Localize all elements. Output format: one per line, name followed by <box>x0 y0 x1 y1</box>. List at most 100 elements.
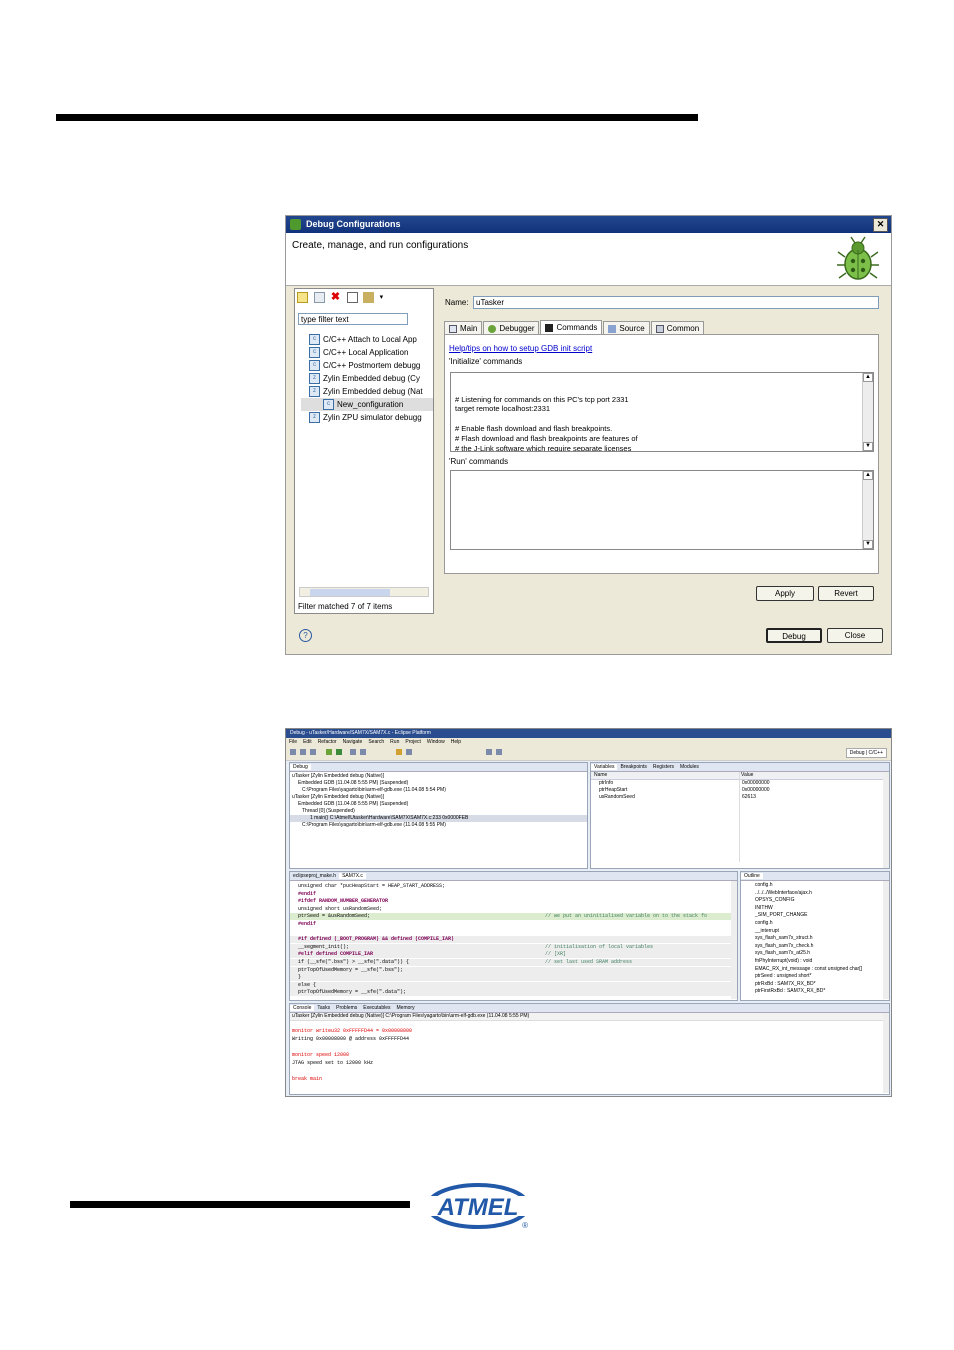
debug-tree-item[interactable]: Embedded GDB (11.04.08 5:55 PM) (Suspend… <box>290 801 587 808</box>
outline-item[interactable]: sys_flash_sam7x_at25.h <box>741 950 889 957</box>
variable-row[interactable]: ptrHeapStart 0x00000000 <box>591 787 889 794</box>
tree-item[interactable]: c C/C++ Postmortem debugg <box>301 359 433 372</box>
filter-icon[interactable] <box>363 292 375 304</box>
tree-item[interactable]: c C/C++ Local Application <box>301 346 433 359</box>
tab-main[interactable]: Main <box>444 321 483 335</box>
tab-tasks[interactable]: Tasks <box>314 1005 333 1011</box>
close-button[interactable]: Close <box>827 628 883 643</box>
tab-source[interactable]: Source <box>603 321 650 335</box>
menu-item[interactable]: Help <box>451 739 461 745</box>
tab-executables[interactable]: Executables <box>360 1005 393 1011</box>
scroll-down-icon[interactable]: ▼ <box>863 540 873 549</box>
toolbar-icon[interactable] <box>496 749 502 755</box>
debug-tree-item[interactable]: C:\Program Files\yagarto\bin\arm-elf-gdb… <box>290 787 587 794</box>
outline-item[interactable]: ptrSeed : unsigned short* <box>741 973 889 980</box>
vertical-scrollbar[interactable] <box>883 1013 889 1093</box>
chevron-down-icon[interactable]: ▾ <box>380 292 391 303</box>
outline-item[interactable]: ptrFirstRxBd : SAM7X_RX_BD* <box>741 988 889 995</box>
tab-problems[interactable]: Problems <box>333 1005 360 1011</box>
menu-item[interactable]: Refactor <box>318 739 337 745</box>
horizontal-scrollbar[interactable] <box>299 587 429 597</box>
toolbar-icon[interactable] <box>300 749 306 755</box>
tree-item[interactable]: z Zylin ZPU simulator debugg <box>301 411 433 424</box>
tree-item[interactable]: c C/C++ Attach to Local App <box>301 333 433 346</box>
initialize-commands-textarea[interactable]: # Listening for commands on this PC's tc… <box>450 372 874 452</box>
menu-item[interactable]: Edit <box>303 739 312 745</box>
run-icon[interactable] <box>336 749 342 755</box>
menu-item[interactable]: Navigate <box>343 739 363 745</box>
tree-item[interactable]: z Zylin Embedded debug (Nat <box>301 385 433 398</box>
outline-item[interactable]: fnPhyInterrupt(void) : void <box>741 958 889 965</box>
debug-tree-item[interactable]: uTasker [Zylin Embedded debug (Native)] <box>290 794 587 801</box>
debug-tree-item[interactable]: Embedded GDB (11.04.08 5:55 PM) (Suspend… <box>290 780 587 787</box>
menu-item[interactable]: Search <box>368 739 384 745</box>
outline-item[interactable]: INITHW <box>741 905 889 912</box>
debug-tree-item[interactable]: C:\Program Files\yagarto\bin\arm-elf-gdb… <box>290 822 587 829</box>
toolbar-icon[interactable] <box>396 749 402 755</box>
outline-item[interactable]: ptrRxBd : SAM7X_RX_BD* <box>741 981 889 988</box>
outline-item[interactable]: sys_flash_sam7x_check.h <box>741 943 889 950</box>
toolbar-icon[interactable] <box>360 749 366 755</box>
outline-item[interactable]: sys_flash_sam7x_struct.h <box>741 935 889 942</box>
gdb-help-link[interactable]: Help/tips on how to setup GDB init scrip… <box>449 344 592 353</box>
name-field[interactable]: uTasker <box>473 296 879 309</box>
toolbar-icon[interactable] <box>486 749 492 755</box>
delete-icon[interactable]: ✖ <box>330 292 341 303</box>
variable-row[interactable]: usRandomSeed 62613 <box>591 794 889 801</box>
toolbar-icon[interactable] <box>406 749 412 755</box>
menu-item[interactable]: File <box>289 739 297 745</box>
vertical-scrollbar[interactable] <box>883 772 889 868</box>
vertical-scrollbar[interactable]: ▲ ▼ <box>862 373 873 451</box>
vertical-scrollbar[interactable]: ▲ ▼ <box>862 471 873 549</box>
outline-item[interactable]: EMAC_RX_int_message : const unsigned cha… <box>741 966 889 973</box>
tab-breakpoints[interactable]: Breakpoints <box>617 764 649 770</box>
filter-input[interactable]: type filter text <box>298 313 408 325</box>
duplicate-icon[interactable] <box>313 292 325 304</box>
menu-item[interactable]: Window <box>427 739 445 745</box>
vertical-scrollbar[interactable] <box>731 881 737 999</box>
apply-button[interactable]: Apply <box>756 586 814 601</box>
close-icon[interactable]: ✕ <box>873 218 888 232</box>
tab-memory[interactable]: Memory <box>394 1005 418 1011</box>
debug-icon[interactable] <box>326 749 332 755</box>
outline-item[interactable]: _SIM_PORT_CHANGE <box>741 912 889 919</box>
tab-modules[interactable]: Modules <box>677 764 702 770</box>
debug-button[interactable]: Debug <box>766 628 822 643</box>
outline-item[interactable]: config.h <box>741 882 889 889</box>
scroll-up-icon[interactable]: ▲ <box>863 471 873 480</box>
vertical-scrollbar[interactable] <box>883 881 889 999</box>
tab-debug[interactable]: Debug <box>290 764 311 770</box>
toolbar-icon[interactable] <box>310 749 316 755</box>
revert-button[interactable]: Revert <box>818 586 874 601</box>
outline-item[interactable]: OPSYS_CONFIG <box>741 897 889 904</box>
editor-tab[interactable]: eclipseproj_make.h <box>290 873 339 879</box>
tab-outline[interactable]: Outline <box>741 873 763 879</box>
outline-item[interactable]: config.h <box>741 920 889 927</box>
debug-tree-item[interactable]: 1 main() C:\Atmel\Utasker\Hardware\SAM7X… <box>290 815 587 822</box>
editor-tab[interactable]: SAM7X.c <box>339 873 366 879</box>
tree-item[interactable]: c New_configuration <box>301 398 433 411</box>
tab-console[interactable]: Console <box>290 1005 315 1011</box>
toolbar-icon[interactable] <box>350 749 356 755</box>
help-icon[interactable]: ? <box>299 629 312 642</box>
run-commands-textarea[interactable]: ▲ ▼ <box>450 470 874 550</box>
toolbar-icon[interactable] <box>290 749 296 755</box>
menu-item[interactable]: Run <box>390 739 399 745</box>
debug-tree-item[interactable]: Thread [0] (Suspended) <box>290 808 587 815</box>
tab-common[interactable]: Common <box>650 321 705 335</box>
tab-registers[interactable]: Registers <box>650 764 677 770</box>
collapse-all-icon[interactable] <box>346 292 358 304</box>
scroll-down-icon[interactable]: ▼ <box>863 442 873 451</box>
debug-tree-item[interactable]: uTasker [Zylin Embedded debug (Native)] <box>290 773 587 780</box>
scroll-up-icon[interactable]: ▲ <box>863 373 873 382</box>
tab-debugger[interactable]: Debugger <box>483 321 540 335</box>
tab-variables[interactable]: Variables <box>591 764 618 770</box>
outline-item[interactable]: __interrupt <box>741 928 889 935</box>
perspective-switcher[interactable]: Debug | C/C++ <box>845 748 887 758</box>
menu-item[interactable]: Project <box>405 739 421 745</box>
outline-item[interactable]: ../../../WebInterface/ajax.h <box>741 890 889 897</box>
variable-row[interactable]: ptrInfo 0x00000000 <box>591 780 889 787</box>
tree-item[interactable]: z Zylin Embedded debug (Cy <box>301 372 433 385</box>
tab-commands[interactable]: Commands <box>540 320 603 335</box>
new-config-icon[interactable] <box>297 292 308 304</box>
